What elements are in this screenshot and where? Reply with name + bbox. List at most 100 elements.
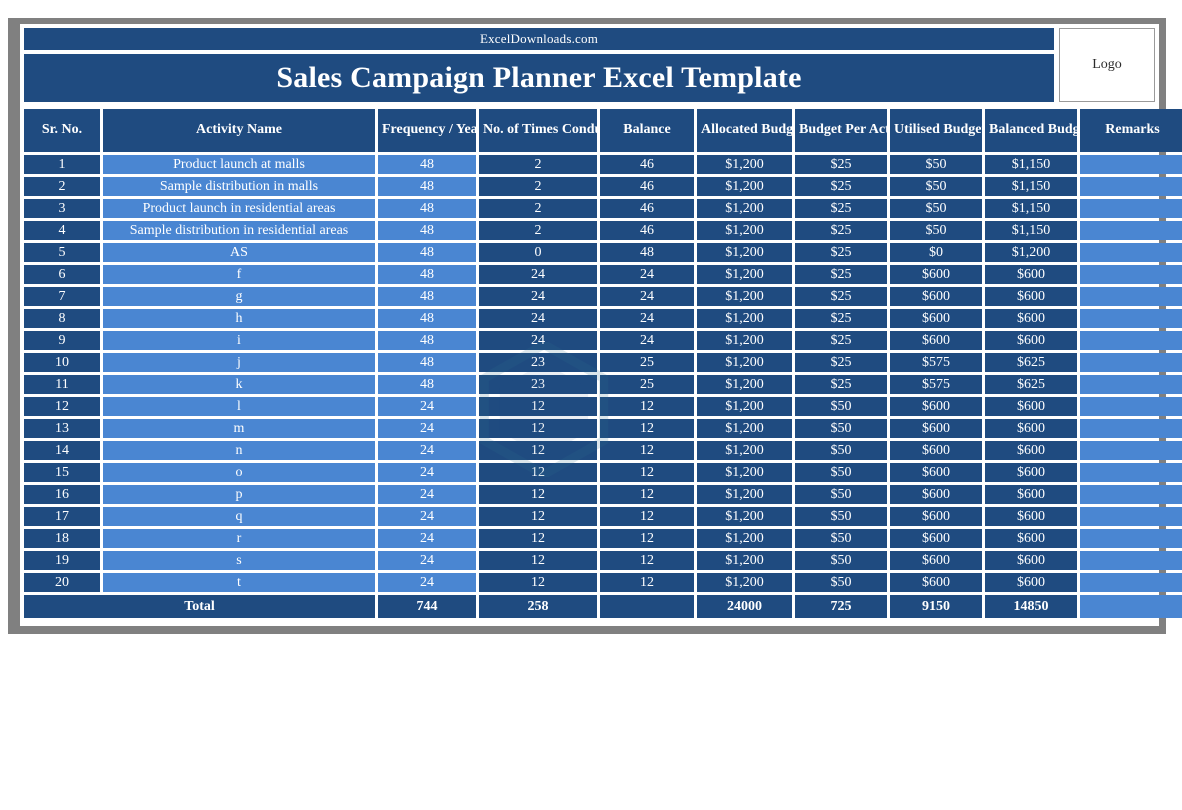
cell-balanced-budget[interactable]: $600 [985,265,1077,284]
cell-budget-per-activity[interactable]: $50 [795,529,887,548]
cell-allocated-budget[interactable]: $1,200 [697,309,792,328]
cell-frequency[interactable]: 48 [378,331,476,350]
cell-activity-name[interactable]: g [103,287,375,306]
col-header-allocated[interactable]: Allocated Budget [697,109,792,152]
cell-allocated-budget[interactable]: $1,200 [697,551,792,570]
cell-balanced-budget[interactable]: $600 [985,529,1077,548]
cell-utilised-budget[interactable]: $0 [890,243,982,262]
cell-balanced-budget[interactable]: $625 [985,375,1077,394]
cell-balanced-budget[interactable]: $600 [985,485,1077,504]
cell-sr-no[interactable]: 14 [24,441,100,460]
cell-allocated-budget[interactable]: $1,200 [697,375,792,394]
cell-sr-no[interactable]: 20 [24,573,100,592]
cell-times-conducted[interactable]: 12 [479,463,597,482]
total-balance[interactable] [600,595,694,618]
cell-remarks[interactable] [1080,199,1182,218]
cell-utilised-budget[interactable]: $600 [890,419,982,438]
cell-times-conducted[interactable]: 12 [479,441,597,460]
cell-activity-name[interactable]: s [103,551,375,570]
cell-remarks[interactable] [1080,309,1182,328]
cell-activity-name[interactable]: Product launch in residential areas [103,199,375,218]
col-header-frequency[interactable]: Frequency / Year [378,109,476,152]
cell-frequency[interactable]: 48 [378,199,476,218]
cell-sr-no[interactable]: 17 [24,507,100,526]
cell-times-conducted[interactable]: 23 [479,375,597,394]
cell-balanced-budget[interactable]: $600 [985,309,1077,328]
cell-balance[interactable]: 12 [600,529,694,548]
cell-remarks[interactable] [1080,441,1182,460]
cell-remarks[interactable] [1080,221,1182,240]
cell-frequency[interactable]: 48 [378,243,476,262]
cell-frequency[interactable]: 24 [378,551,476,570]
cell-sr-no[interactable]: 1 [24,155,100,174]
cell-balanced-budget[interactable]: $600 [985,419,1077,438]
cell-sr-no[interactable]: 13 [24,419,100,438]
cell-allocated-budget[interactable]: $1,200 [697,155,792,174]
cell-budget-per-activity[interactable]: $50 [795,463,887,482]
cell-times-conducted[interactable]: 12 [479,573,597,592]
total-allocated-budget[interactable]: 24000 [697,595,792,618]
cell-budget-per-activity[interactable]: $50 [795,507,887,526]
cell-budget-per-activity[interactable]: $50 [795,551,887,570]
cell-balanced-budget[interactable]: $600 [985,287,1077,306]
cell-remarks[interactable] [1080,551,1182,570]
cell-balanced-budget[interactable]: $600 [985,331,1077,350]
cell-times-conducted[interactable]: 12 [479,507,597,526]
cell-frequency[interactable]: 24 [378,573,476,592]
col-header-balance[interactable]: Balance [600,109,694,152]
cell-times-conducted[interactable]: 24 [479,309,597,328]
cell-utilised-budget[interactable]: $600 [890,463,982,482]
col-header-activity[interactable]: Activity Name [103,109,375,152]
total-balanced-budget[interactable]: 14850 [985,595,1077,618]
cell-sr-no[interactable]: 8 [24,309,100,328]
cell-utilised-budget[interactable]: $600 [890,529,982,548]
cell-frequency[interactable]: 24 [378,419,476,438]
cell-budget-per-activity[interactable]: $25 [795,375,887,394]
cell-activity-name[interactable]: q [103,507,375,526]
cell-budget-per-activity[interactable]: $25 [795,287,887,306]
cell-times-conducted[interactable]: 12 [479,529,597,548]
cell-utilised-budget[interactable]: $575 [890,375,982,394]
cell-budget-per-activity[interactable]: $50 [795,441,887,460]
cell-frequency[interactable]: 24 [378,485,476,504]
cell-remarks[interactable] [1080,353,1182,372]
cell-activity-name[interactable]: r [103,529,375,548]
cell-times-conducted[interactable]: 12 [479,419,597,438]
cell-allocated-budget[interactable]: $1,200 [697,507,792,526]
cell-frequency[interactable]: 24 [378,529,476,548]
cell-budget-per-activity[interactable]: $50 [795,485,887,504]
cell-budget-per-activity[interactable]: $50 [795,397,887,416]
cell-remarks[interactable] [1080,463,1182,482]
cell-allocated-budget[interactable]: $1,200 [697,353,792,372]
cell-sr-no[interactable]: 15 [24,463,100,482]
cell-frequency[interactable]: 24 [378,463,476,482]
cell-remarks[interactable] [1080,397,1182,416]
total-remarks[interactable] [1080,595,1182,618]
cell-utilised-budget[interactable]: $50 [890,155,982,174]
cell-sr-no[interactable]: 7 [24,287,100,306]
cell-frequency[interactable]: 48 [378,265,476,284]
cell-utilised-budget[interactable]: $600 [890,309,982,328]
cell-times-conducted[interactable]: 12 [479,397,597,416]
total-budget-per-activity[interactable]: 725 [795,595,887,618]
cell-activity-name[interactable]: t [103,573,375,592]
cell-frequency[interactable]: 48 [378,309,476,328]
cell-allocated-budget[interactable]: $1,200 [697,441,792,460]
cell-activity-name[interactable]: h [103,309,375,328]
cell-activity-name[interactable]: AS [103,243,375,262]
cell-allocated-budget[interactable]: $1,200 [697,529,792,548]
cell-activity-name[interactable]: j [103,353,375,372]
cell-frequency[interactable]: 24 [378,441,476,460]
cell-utilised-budget[interactable]: $50 [890,177,982,196]
cell-balance[interactable]: 46 [600,155,694,174]
cell-sr-no[interactable]: 19 [24,551,100,570]
cell-balance[interactable]: 12 [600,551,694,570]
cell-allocated-budget[interactable]: $1,200 [697,243,792,262]
cell-allocated-budget[interactable]: $1,200 [697,463,792,482]
cell-times-conducted[interactable]: 12 [479,485,597,504]
cell-activity-name[interactable]: o [103,463,375,482]
cell-balance[interactable]: 24 [600,309,694,328]
cell-allocated-budget[interactable]: $1,200 [697,221,792,240]
cell-times-conducted[interactable]: 0 [479,243,597,262]
cell-remarks[interactable] [1080,331,1182,350]
